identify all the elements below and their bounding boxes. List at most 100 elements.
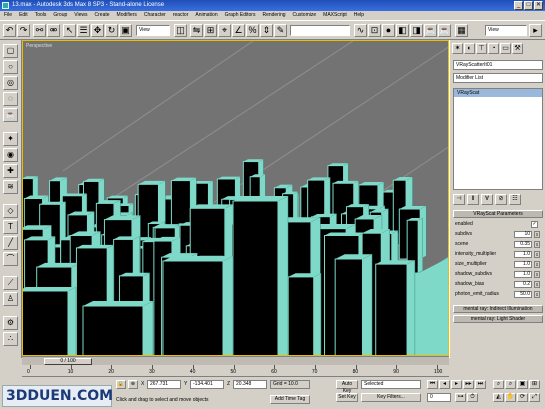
- redo-icon[interactable]: ↷: [17, 24, 30, 37]
- curve-editor-icon[interactable]: ∿: [354, 24, 367, 37]
- create-line-icon[interactable]: ╱: [3, 236, 18, 250]
- menu-modifiers[interactable]: Modifiers: [117, 11, 137, 20]
- spinner-icon[interactable]: ⇕: [534, 291, 540, 298]
- schematic-view-icon[interactable]: ⊡: [368, 24, 381, 37]
- go-to-end-icon[interactable]: ⏭: [475, 380, 486, 389]
- spinner-icon[interactable]: ⇕: [534, 231, 540, 238]
- link-icon[interactable]: ⚯: [33, 24, 46, 37]
- modifier-stack[interactable]: VRayScat: [453, 88, 543, 190]
- maximize-button[interactable]: □: [524, 1, 533, 10]
- y-coordinate-field[interactable]: -134.401: [190, 380, 224, 389]
- create-biped-icon[interactable]: ♙: [3, 292, 18, 306]
- named-selection-dropdown[interactable]: [290, 25, 350, 36]
- select-rotate-icon[interactable]: ↻: [105, 24, 118, 37]
- undo-icon[interactable]: ↶: [3, 24, 16, 37]
- param-value-field[interactable]: 0.35: [514, 241, 532, 248]
- create-system-icon[interactable]: ⚙: [3, 316, 18, 330]
- key-mode-dropdown[interactable]: Selected: [361, 380, 421, 389]
- align-icon[interactable]: ⊞: [204, 24, 217, 37]
- create-helper-icon[interactable]: ✚: [3, 164, 18, 178]
- param-value-field[interactable]: 0.2: [514, 281, 532, 288]
- menu-help[interactable]: Help: [354, 11, 364, 20]
- select-by-name-icon[interactable]: ☰: [77, 24, 90, 37]
- zoom-extents-icon[interactable]: ▣: [517, 380, 528, 389]
- edit-named-selection-icon[interactable]: ✎: [274, 24, 287, 37]
- menu-graph-editors[interactable]: Graph Editors: [225, 11, 256, 20]
- zoom-all-icon[interactable]: ⌕: [505, 380, 516, 389]
- menu-views[interactable]: Views: [74, 11, 87, 20]
- param-value-field[interactable]: 1.0: [514, 251, 532, 258]
- rollout-light-shader[interactable]: mental ray: Light Shader: [453, 315, 543, 323]
- create-bone-icon[interactable]: ⟋: [3, 276, 18, 290]
- viewport-label[interactable]: Perspective: [26, 43, 52, 49]
- current-frame-field[interactable]: 0: [427, 393, 451, 402]
- zoom-icon[interactable]: ⌕: [493, 380, 504, 389]
- create-tab-icon[interactable]: ✶: [452, 43, 463, 54]
- percent-snap-icon[interactable]: %: [246, 24, 259, 37]
- next-frame-icon[interactable]: ▸▸: [463, 380, 474, 389]
- track-bar[interactable]: 0 10 20 30 40 50 60 70 80 90 100: [22, 365, 449, 377]
- create-torus-icon[interactable]: ◌: [3, 92, 18, 106]
- time-slider[interactable]: 0 / 100: [22, 356, 449, 365]
- modifier-list-dropdown[interactable]: Modifier List: [453, 73, 543, 83]
- menu-reactor[interactable]: reactor: [173, 11, 189, 20]
- add-time-tag-button[interactable]: Add Time Tag: [270, 395, 310, 404]
- utilities-tab-icon[interactable]: ⚒: [512, 43, 523, 54]
- render-frame-icon[interactable]: ◨: [410, 24, 423, 37]
- time-config-icon[interactable]: ⏱: [467, 393, 478, 402]
- create-particle-icon[interactable]: ∴: [3, 332, 18, 346]
- mirror-icon[interactable]: ⇋: [190, 24, 203, 37]
- reference-coord-dropdown[interactable]: View: [136, 25, 170, 36]
- create-arc-icon[interactable]: ⌒: [3, 252, 18, 266]
- create-teapot-icon[interactable]: ☕: [3, 108, 18, 122]
- modify-tab-icon[interactable]: ◐: [464, 43, 475, 54]
- create-light-icon[interactable]: ✦: [3, 132, 18, 146]
- select-scale-icon[interactable]: ▣: [119, 24, 132, 37]
- display-tab-icon[interactable]: ▭: [500, 43, 511, 54]
- param-value-field[interactable]: 1.0: [514, 261, 532, 268]
- modifier-stack-item[interactable]: VRayScat: [454, 89, 542, 97]
- spinner-icon[interactable]: ⇕: [534, 251, 540, 258]
- create-text-icon[interactable]: T: [3, 220, 18, 234]
- create-box-icon[interactable]: ▢: [3, 44, 18, 58]
- angle-snap-icon[interactable]: ∠: [232, 24, 245, 37]
- menu-maxscript[interactable]: MAXScript: [323, 11, 347, 20]
- spinner-icon[interactable]: ⇕: [534, 281, 540, 288]
- menu-animation[interactable]: Animation: [195, 11, 217, 20]
- zoom-extents-all-icon[interactable]: ⊞: [529, 380, 540, 389]
- render-type-icon[interactable]: ▦: [455, 24, 468, 37]
- snap-icon[interactable]: ⌖: [218, 24, 231, 37]
- param-value-field[interactable]: 10: [514, 231, 532, 238]
- quick-render-icon[interactable]: ☕: [424, 24, 437, 37]
- param-value-field[interactable]: 50.0: [514, 291, 532, 298]
- render-area-dropdown[interactable]: View: [485, 25, 527, 36]
- spinner-icon[interactable]: ⇕: [534, 261, 540, 268]
- menu-edit[interactable]: Edit: [19, 11, 28, 20]
- rollout-indirect-illumination[interactable]: mental ray: Indirect Illumination: [453, 305, 543, 313]
- maximize-viewport-icon[interactable]: ⤢: [529, 393, 540, 402]
- render-setup-icon[interactable]: ◧: [396, 24, 409, 37]
- play-icon[interactable]: ▸: [451, 380, 462, 389]
- close-button[interactable]: ✕: [534, 1, 543, 10]
- enabled-checkbox[interactable]: ✓: [531, 221, 538, 228]
- param-value-field[interactable]: 1.0: [514, 271, 532, 278]
- x-coordinate-field[interactable]: 267.731: [147, 380, 181, 389]
- menu-tools[interactable]: Tools: [35, 11, 47, 20]
- create-spacewarp-icon[interactable]: ≋: [3, 180, 18, 194]
- pivot-icon[interactable]: ◫: [174, 24, 187, 37]
- spinner-icon[interactable]: ⇕: [534, 271, 540, 278]
- menu-rendering[interactable]: Rendering: [262, 11, 285, 20]
- z-coordinate-field[interactable]: 20.348: [233, 380, 267, 389]
- quick-render-alt-icon[interactable]: ☕: [438, 24, 451, 37]
- pan-icon[interactable]: ✋: [505, 393, 516, 402]
- go-to-start-icon[interactable]: ⏮: [427, 380, 438, 389]
- menu-character[interactable]: Character: [144, 11, 166, 20]
- set-key-button[interactable]: Set Key: [336, 393, 358, 402]
- key-mode-toggle-icon[interactable]: ⊶: [455, 393, 466, 402]
- hierarchy-tab-icon[interactable]: ⊤: [476, 43, 487, 54]
- spinner-snap-icon[interactable]: ⇕: [260, 24, 273, 37]
- menu-create[interactable]: Create: [95, 11, 110, 20]
- create-shape-icon[interactable]: ◇: [3, 204, 18, 218]
- key-filters-button[interactable]: Key Filters...: [361, 393, 421, 402]
- auto-key-button[interactable]: Auto Key: [336, 380, 358, 394]
